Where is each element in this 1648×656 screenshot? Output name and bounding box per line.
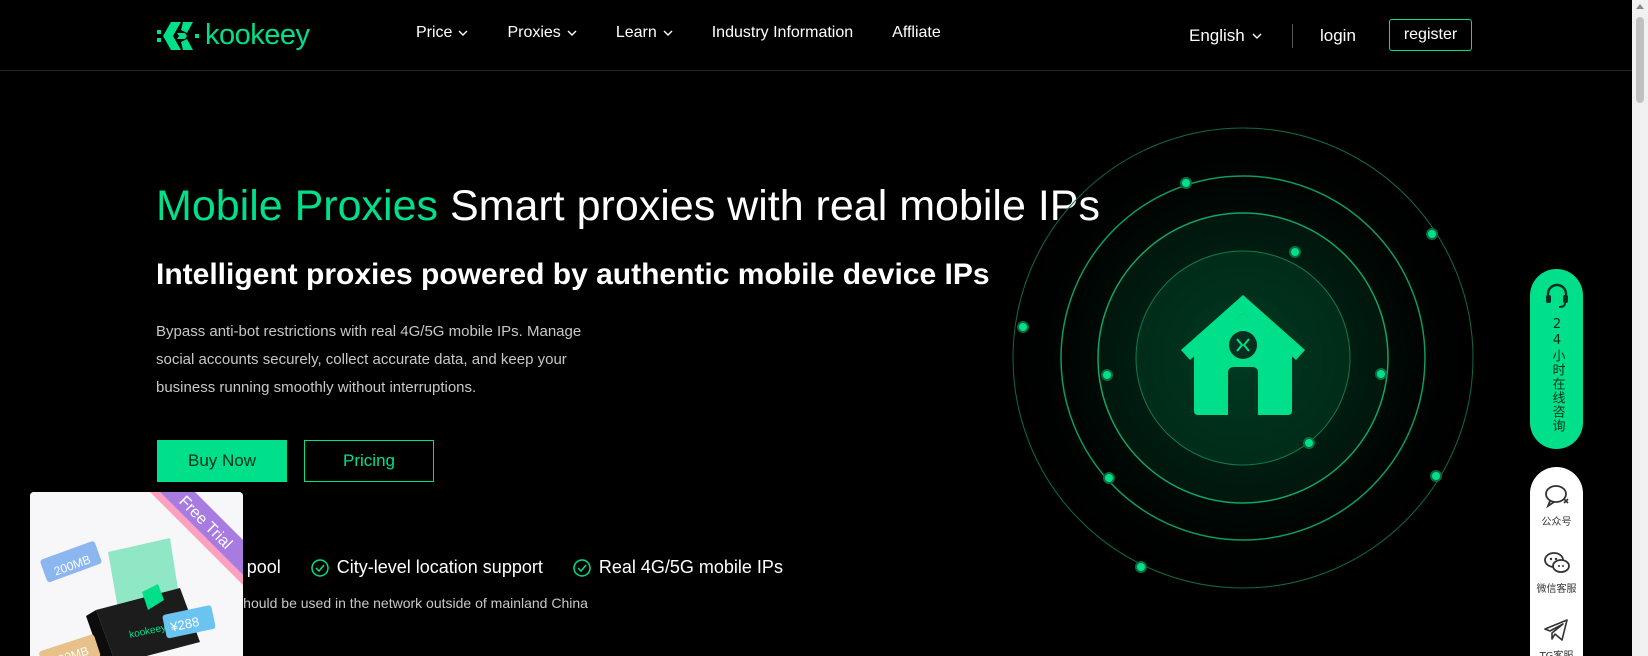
feature-list: lobal IP pool City-level location suppor… — [156, 557, 783, 578]
feature-item: City-level location support — [311, 557, 543, 578]
support-label: 24小时在线咨询 — [1549, 317, 1565, 433]
official-account-label: 公众号 — [1541, 517, 1572, 528]
official-account-link[interactable]: 公众号 — [1542, 481, 1572, 528]
feature-item: Real 4G/5G mobile IPs — [573, 557, 783, 578]
node-dot — [1426, 228, 1438, 240]
chevron-down-icon — [663, 30, 673, 36]
free-trial-illustration: Free Trial kookeey 200MB ¥288 100MB — [30, 492, 243, 656]
brand-logo[interactable]: kookeey — [157, 19, 310, 52]
telegram-icon — [1544, 619, 1569, 641]
nav-industry-information-label: Industry Information — [711, 24, 854, 41]
chat-bubble-icon — [1544, 485, 1569, 509]
node-dot — [1180, 177, 1192, 189]
telegram-service-label: TG客服 — [1540, 647, 1574, 656]
node-dot — [1103, 472, 1115, 484]
wechat-service-label: 微信客服 — [1536, 584, 1577, 595]
hero-title: Mobile Proxies Smart proxies with real m… — [156, 182, 1100, 231]
pricing-button[interactable]: Pricing — [304, 440, 434, 482]
check-circle-icon — [311, 558, 329, 577]
chevron-down-icon — [458, 30, 468, 36]
nav-proxies[interactable]: Proxies — [507, 24, 577, 42]
main-menu: Price Proxies Learn Industry Information… — [416, 24, 980, 42]
nav-industry-information[interactable]: Industry Information — [712, 24, 853, 42]
node-dot — [1017, 321, 1029, 333]
register-label: register — [1403, 26, 1458, 43]
mobile-proxy-radar-illustration — [1012, 127, 1474, 589]
nav-learn-label: Learn — [615, 24, 657, 41]
feature-label: City-level location support — [336, 557, 543, 577]
top-navbar: kookeey Price Proxies Learn Industry Inf… — [0, 0, 1632, 71]
scroll-thumb[interactable] — [1636, 17, 1644, 103]
hero-title-accent: Mobile Proxies — [156, 182, 438, 230]
node-dot — [1135, 561, 1147, 573]
check-circle-icon — [573, 558, 591, 577]
hero-description: Bypass anti-bot restrictions with real 4… — [156, 323, 582, 396]
scroll-up-arrow-icon[interactable] — [1636, 4, 1644, 9]
kookeey-logo-icon — [157, 21, 199, 50]
feature-label: Real 4G/5G mobile IPs — [598, 557, 783, 577]
language-selector[interactable]: English — [1189, 26, 1262, 46]
nav-divider — [1292, 24, 1293, 48]
telegram-service-link[interactable]: TG客服 — [1540, 615, 1574, 656]
buy-now-button[interactable]: Buy Now — [157, 440, 287, 482]
chevron-down-icon — [1252, 33, 1262, 39]
nav-affiliate-label: Affliate — [892, 24, 941, 41]
node-dot — [1430, 470, 1442, 482]
nav-price[interactable]: Price — [416, 24, 468, 42]
nav-price-label: Price — [416, 24, 453, 41]
free-trial-popup[interactable]: Free Trial kookeey 200MB ¥288 100MB — [30, 492, 243, 656]
login-link[interactable]: login — [1320, 26, 1356, 46]
headset-icon — [1545, 283, 1568, 308]
node-dot — [1289, 246, 1301, 258]
nav-affiliate[interactable]: Affliate — [892, 24, 941, 42]
brand-name: kookeey — [205, 19, 310, 51]
chevron-down-icon — [567, 30, 577, 36]
hero-subtitle: Intelligent proxies powered by authentic… — [156, 258, 990, 291]
page-scrollbar[interactable] — [1632, 0, 1648, 656]
node-dot — [1375, 368, 1387, 380]
nav-learn[interactable]: Learn — [616, 24, 673, 42]
node-dot — [1101, 369, 1113, 381]
language-label: English — [1189, 26, 1245, 45]
wechat-service-link[interactable]: 微信客服 — [1537, 548, 1577, 595]
node-dot — [1303, 437, 1315, 449]
wechat-icon — [1543, 552, 1570, 573]
register-button[interactable]: register — [1389, 19, 1472, 51]
nav-proxies-label: Proxies — [507, 24, 561, 41]
online-support-button[interactable]: 24小时在线咨询 — [1530, 269, 1583, 449]
contact-sidebar: 公众号 微信客服 TG客服 — [1530, 467, 1583, 656]
